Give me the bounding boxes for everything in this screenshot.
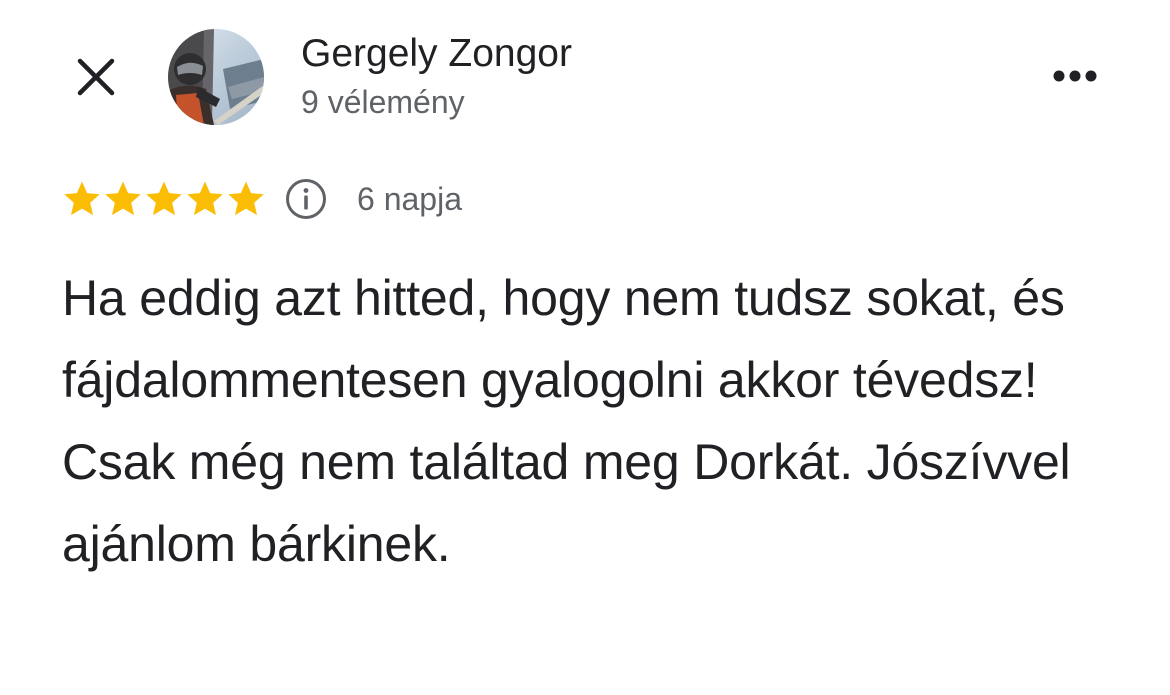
avatar[interactable] (168, 29, 264, 125)
star-icon (228, 181, 264, 216)
author-name[interactable]: Gergely Zongor (301, 32, 572, 76)
more-horizontal-icon (1053, 70, 1097, 82)
star-icon (105, 181, 141, 216)
more-options-button[interactable] (1040, 54, 1110, 98)
star-icon (187, 181, 223, 216)
star-rating (62, 177, 266, 221)
info-icon (286, 179, 326, 219)
review-count: 9 vélemény (301, 84, 465, 120)
close-icon (77, 58, 115, 96)
review-date: 6 napja (357, 181, 462, 217)
profile-photo (168, 29, 264, 125)
star-icon (146, 181, 182, 216)
star-icon (64, 181, 100, 216)
close-button[interactable] (62, 50, 130, 104)
review-text: Ha eddig azt hitted, hogy nem tudsz soka… (62, 270, 1071, 572)
info-button[interactable] (283, 176, 329, 222)
